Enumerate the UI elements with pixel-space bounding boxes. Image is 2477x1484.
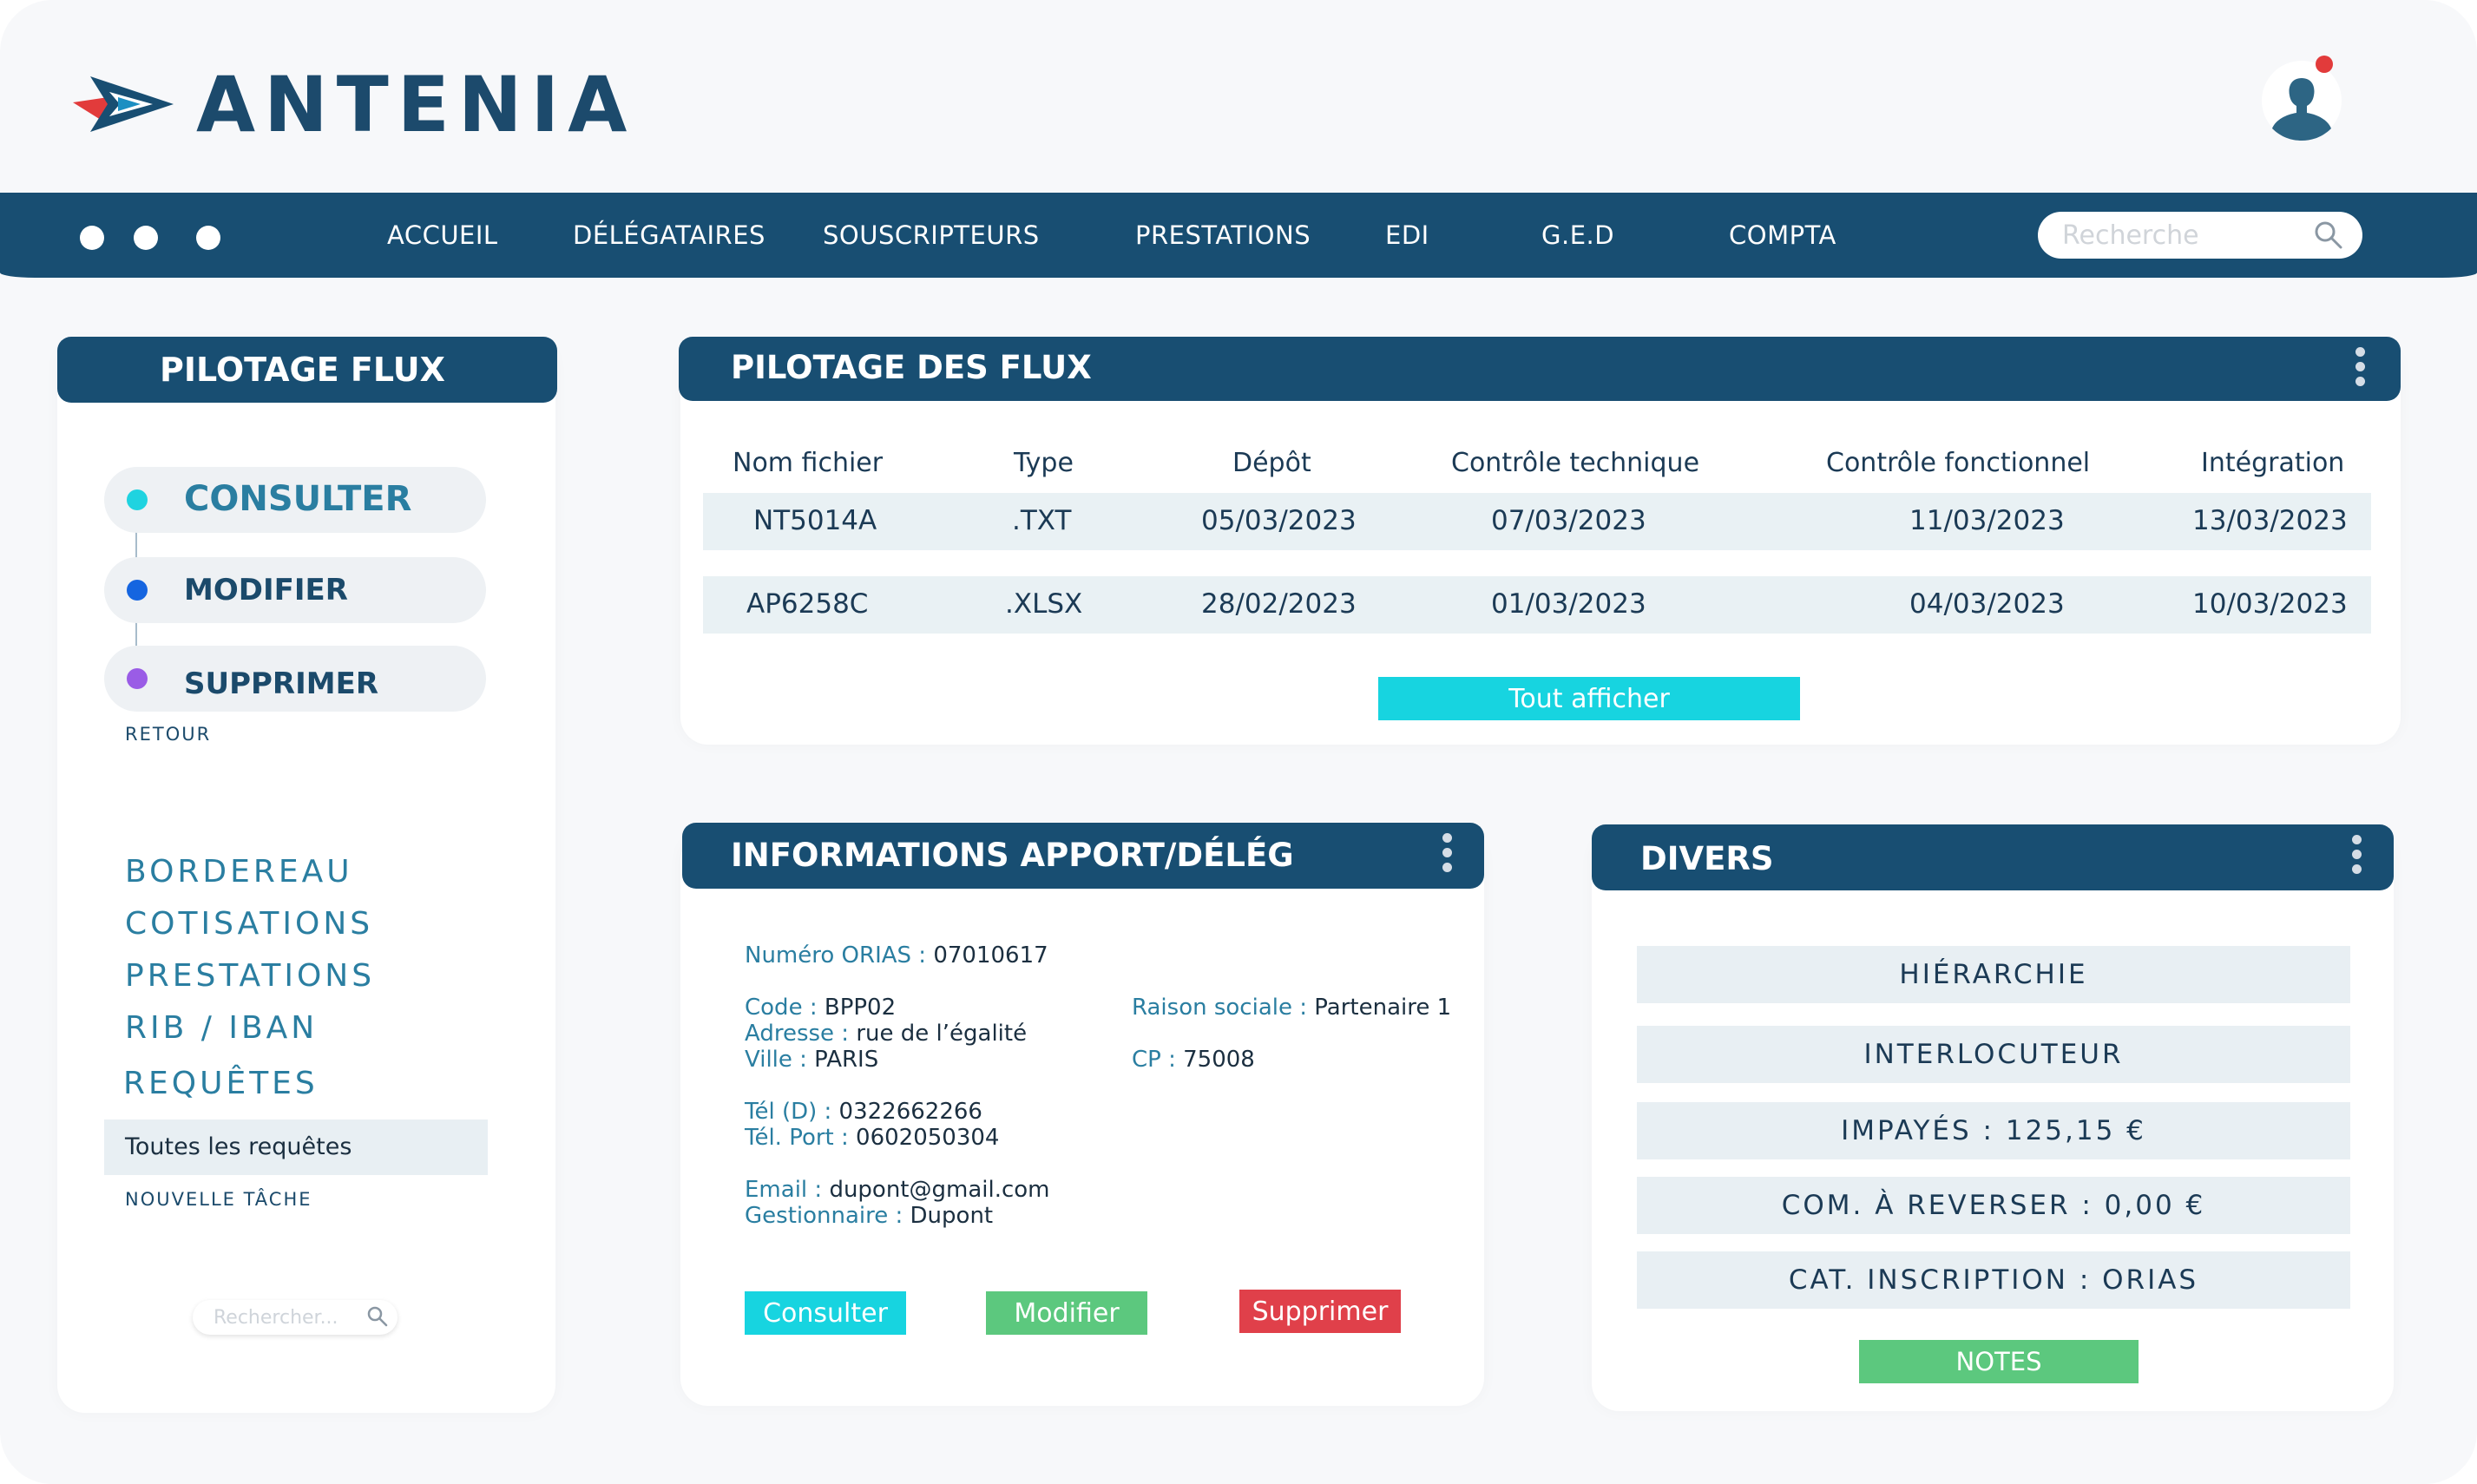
divers-item-com-a-reverser[interactable]: COM. À REVERSER : 0,00 € xyxy=(1637,1177,2350,1234)
top-nav-bar: ACCUEIL DÉLÉGATAIRES SOUSCRIPTEURS PREST… xyxy=(0,193,2477,278)
cell-integration: 10/03/2023 xyxy=(2192,588,2348,620)
email-field: Email : dupont@gmail.com xyxy=(745,1177,1050,1203)
logo: ANTENIA xyxy=(66,59,636,149)
back-link[interactable]: RETOUR xyxy=(125,724,211,745)
step-bullet-icon xyxy=(127,668,148,689)
divers-panel-title: DIVERS xyxy=(1592,824,2394,890)
menu-item-rib-iban[interactable]: RIB / IBAN xyxy=(125,1010,318,1046)
show-all-button[interactable]: Tout afficher xyxy=(1378,677,1800,720)
flux-more-options-icon[interactable] xyxy=(2355,347,2366,391)
cell-controle-fonctionnel: 11/03/2023 xyxy=(1909,505,2065,536)
menu-item-all-requests[interactable]: Toutes les requêtes xyxy=(104,1120,488,1175)
adresse-field: Adresse : rue de l’égalité xyxy=(745,1021,1028,1047)
menu-item-bordereau[interactable]: BORDEREAU xyxy=(125,854,353,890)
flux-panel-title: PILOTAGE DES FLUX xyxy=(679,337,2401,401)
notes-button[interactable]: NOTES xyxy=(1859,1340,2139,1383)
cell-controle-technique: 07/03/2023 xyxy=(1491,505,1646,536)
menu-item-requetes[interactable]: REQUÊTES xyxy=(123,1066,319,1101)
menu-item-prestations[interactable]: PRESTATIONS xyxy=(125,958,375,994)
step-label: CONSULTER xyxy=(184,479,412,519)
step-bullet-icon xyxy=(127,489,148,510)
cell-nom-fichier: AP6258C xyxy=(746,588,869,620)
step-label: SUPPRIMER xyxy=(184,666,379,701)
divers-item-interlocuteur[interactable]: INTERLOCUTEUR xyxy=(1637,1026,2350,1083)
cell-type: .XLSX xyxy=(1005,588,1083,620)
cell-integration: 13/03/2023 xyxy=(2192,505,2348,536)
nav-item-prestations[interactable]: PRESTATIONS xyxy=(1135,220,1311,250)
divers-item-impayes[interactable]: IMPAYÉS : 125,15 € xyxy=(1637,1102,2350,1159)
cell-depot: 28/02/2023 xyxy=(1201,588,1357,620)
nav-item-delegataires[interactable]: DÉLÉGATAIRES xyxy=(573,220,765,250)
window-dot-icon xyxy=(80,226,104,250)
info-more-options-icon[interactable] xyxy=(1442,833,1453,877)
info-panel-title: INFORMATIONS APPORT/DÉLÉG xyxy=(682,823,1484,889)
divers-more-options-icon[interactable] xyxy=(2352,835,2362,879)
orias-field: Numéro ORIAS : 07010617 xyxy=(745,942,1048,969)
col-header-controle-technique: Contrôle technique xyxy=(1451,448,1700,478)
cell-depot: 05/03/2023 xyxy=(1201,505,1357,536)
search-icon[interactable] xyxy=(366,1305,389,1328)
cell-controle-technique: 01/03/2023 xyxy=(1491,588,1646,620)
step-consulter[interactable]: CONSULTER xyxy=(104,467,486,533)
step-bullet-icon xyxy=(127,580,148,601)
col-header-controle-fonctionnel: Contrôle fonctionnel xyxy=(1826,448,2091,478)
cell-nom-fichier: NT5014A xyxy=(753,505,877,536)
col-header-nom-fichier: Nom fichier xyxy=(733,448,884,478)
gestionnaire-field: Gestionnaire : Dupont xyxy=(745,1203,994,1229)
left-panel-title: PILOTAGE FLUX xyxy=(57,337,557,403)
delete-button[interactable]: Supprimer xyxy=(1239,1290,1401,1333)
app-frame: ANTENIA ACCUEIL DÉLÉGATAIRES SOUSCRIPTEU… xyxy=(0,0,2477,1484)
col-header-type: Type xyxy=(1014,448,1074,478)
menu-item-cotisations[interactable]: COTISATIONS xyxy=(125,906,373,942)
step-supprimer[interactable]: SUPPRIMER xyxy=(104,646,486,712)
search-icon[interactable] xyxy=(2312,219,2345,252)
logo-arrow-icon xyxy=(73,76,174,132)
divers-item-cat-inscription[interactable]: CAT. INSCRIPTION : ORIAS xyxy=(1637,1251,2350,1309)
nav-item-ged[interactable]: G.E.D xyxy=(1541,220,1614,250)
new-task-link[interactable]: NOUVELLE TÂCHE xyxy=(125,1189,312,1210)
window-dot-icon xyxy=(196,226,220,250)
nav-item-souscripteurs[interactable]: SOUSCRIPTEURS xyxy=(823,220,1040,250)
step-modifier[interactable]: MODIFIER xyxy=(104,557,486,623)
brand-name: ANTENIA xyxy=(196,59,636,149)
nav-item-accueil[interactable]: ACCUEIL xyxy=(387,220,498,250)
menu-item-label: Toutes les requêtes xyxy=(125,1133,352,1160)
user-icon xyxy=(2262,56,2342,141)
tel-field: Tél (D) : 0322662266 xyxy=(745,1099,982,1125)
modify-button[interactable]: Modifier xyxy=(986,1291,1147,1335)
raison-sociale-field: Raison sociale : Partenaire 1 xyxy=(1132,995,1452,1021)
code-field: Code : BPP02 xyxy=(745,995,897,1021)
tel-port-field: Tél. Port : 0602050304 xyxy=(745,1125,1000,1151)
consult-button[interactable]: Consulter xyxy=(745,1291,906,1335)
window-dot-icon xyxy=(134,226,158,250)
cell-type: .TXT xyxy=(1012,505,1072,536)
step-label: MODIFIER xyxy=(184,573,348,607)
cp-field: CP : 75008 xyxy=(1132,1047,1255,1073)
cell-controle-fonctionnel: 04/03/2023 xyxy=(1909,588,2065,620)
user-avatar[interactable] xyxy=(2257,50,2352,146)
col-header-depot: Dépôt xyxy=(1232,448,1311,478)
nav-item-compta[interactable]: COMPTA xyxy=(1729,220,1836,250)
col-header-integration: Intégration xyxy=(2201,448,2345,478)
divers-item-hierarchie[interactable]: HIÉRARCHIE xyxy=(1637,946,2350,1003)
ville-field: Ville : PARIS xyxy=(745,1047,879,1073)
nav-item-edi[interactable]: EDI xyxy=(1385,220,1429,250)
